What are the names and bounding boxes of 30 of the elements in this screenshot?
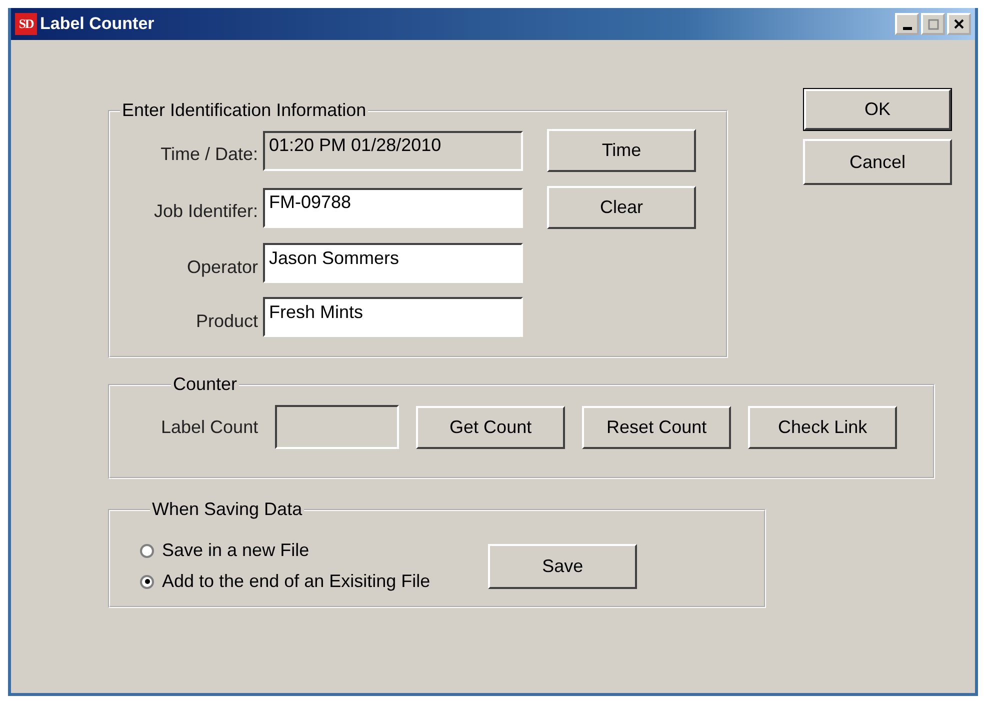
action-button[interactable]: Check Link [748,406,898,448]
close-icon [954,19,964,29]
close-button[interactable] [947,13,971,35]
save-button[interactable]: Save [488,544,638,588]
action-button[interactable]: Get Count [416,406,566,448]
field-label: Label Count [161,416,258,438]
action-button[interactable]: Time [547,129,696,172]
action-button[interactable]: Reset Count [582,406,732,448]
radio-option[interactable]: Add to the end of an Exisiting File [140,571,430,592]
minimize-button[interactable] [895,13,919,35]
field-label: Time / Date: [160,143,258,165]
group-title: Enter Identification Information [121,100,368,121]
radio-button[interactable] [140,574,154,588]
group-title: When Saving Data [151,499,304,520]
field-label: Operator [186,256,258,278]
input-field[interactable]: Fresh Mints [263,297,523,337]
ok-button[interactable]: OK [803,88,952,131]
radio-option[interactable]: Save in a new File [140,540,430,561]
app-logo: SD [15,13,37,35]
action-button[interactable]: Clear [547,186,696,229]
cancel-button[interactable]: Cancel [803,139,952,185]
field-label: Product [196,310,258,332]
input-field[interactable]: Jason Sommers [263,243,523,283]
input-field[interactable]: FM-09788 [263,188,523,228]
radio-button[interactable] [140,544,154,558]
minimize-icon [902,26,912,30]
maximize-icon [928,18,938,30]
group-title: Counter [172,374,238,395]
window-title: Label Counter [40,14,156,34]
field-label: Job Identifer: [154,200,258,222]
